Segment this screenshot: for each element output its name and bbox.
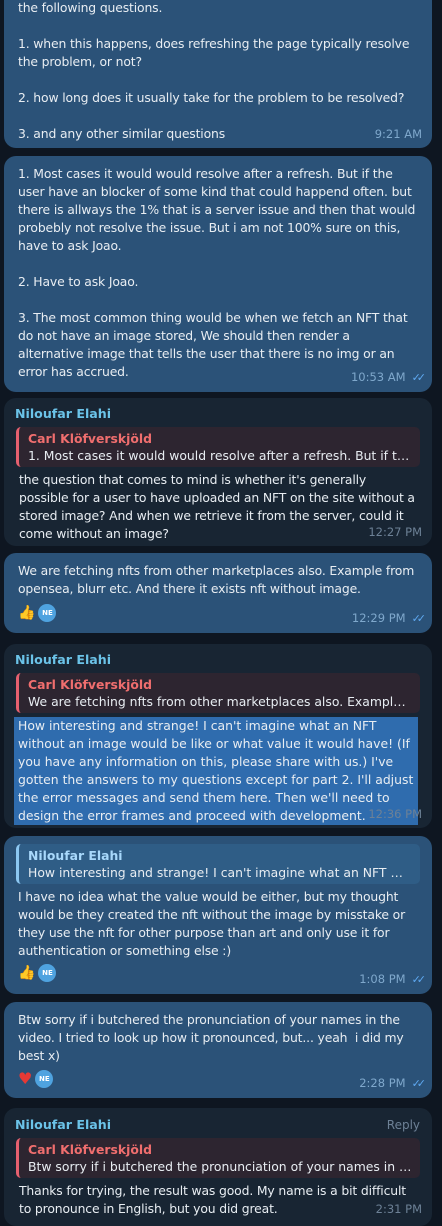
read-checks-icon: ✓✓ bbox=[411, 371, 427, 384]
thumbs-up-icon: 👍 bbox=[18, 605, 36, 621]
message-time: 2:28 PM ✓✓ bbox=[359, 1074, 427, 1093]
read-checks-icon: ✓✓ bbox=[411, 612, 427, 625]
heart-icon: ♥ bbox=[18, 1069, 33, 1088]
sender-name[interactable]: Niloufar Elahi bbox=[4, 405, 432, 427]
time-label: 12:29 PM bbox=[351, 611, 406, 625]
thumbs-up-icon: 👍 bbox=[18, 965, 36, 981]
message-time: 12:29 PM ✓✓ bbox=[351, 609, 427, 628]
message-text: the following questions. 1. when this ha… bbox=[18, 0, 410, 141]
time-label: 2:28 PM bbox=[359, 1076, 406, 1090]
read-checks-icon: ✓✓ bbox=[411, 973, 427, 986]
message-time: 1:08 PM ✓✓ bbox=[359, 970, 427, 989]
time-label: 1:08 PM bbox=[359, 972, 406, 986]
reaction[interactable]: ♥ NE bbox=[18, 1069, 54, 1088]
message-bubble[interactable]: We are fetching nfts from other marketpl… bbox=[4, 553, 432, 633]
reaction[interactable]: 👍 NE bbox=[18, 604, 57, 622]
message-time: 9:21 AM bbox=[374, 127, 422, 141]
reply-text: 1. Most cases it would would resolve aft… bbox=[28, 448, 412, 463]
reply-author: Niloufar Elahi bbox=[28, 848, 123, 863]
message-text: Btw sorry if i butchered the pronunciati… bbox=[18, 1012, 408, 1063]
time-label: 10:53 AM bbox=[350, 370, 406, 384]
message-bubble[interactable]: Niloufar Elahi Carl Klöfverskjöld 1. Mos… bbox=[4, 398, 432, 546]
reply-text: Btw sorry if i butchered the pronunciati… bbox=[28, 1159, 412, 1174]
sender-name[interactable]: Niloufar Elahi bbox=[4, 1116, 432, 1138]
message-bubble[interactable]: the following questions. 1. when this ha… bbox=[4, 0, 432, 148]
message-bubble[interactable]: Niloufar Elahi Carl Klöfverskjöld We are… bbox=[4, 644, 432, 828]
avatar: NE bbox=[38, 964, 57, 982]
message-bubble[interactable]: Btw sorry if i butchered the pronunciati… bbox=[4, 1002, 432, 1098]
reply-button[interactable]: Reply bbox=[387, 1116, 420, 1134]
avatar: NE bbox=[35, 1070, 54, 1088]
reply-author: Carl Klöfverskjöld bbox=[28, 1142, 152, 1157]
reaction[interactable]: 👍 NE bbox=[18, 964, 57, 982]
reply-quote[interactable]: Carl Klöfverskjöld We are fetching nfts … bbox=[16, 673, 420, 713]
message-time: 10:53 AM ✓✓ bbox=[350, 368, 427, 387]
message-time: 12:36 PM bbox=[368, 807, 422, 821]
message-bubble[interactable]: Niloufar Elahi How interesting and stran… bbox=[4, 836, 432, 994]
message-text: 1. Most cases it would would resolve aft… bbox=[18, 166, 416, 379]
message-text: We are fetching nfts from other marketpl… bbox=[18, 563, 418, 596]
reply-text: We are fetching nfts from other marketpl… bbox=[28, 694, 412, 709]
reply-quote[interactable]: Carl Klöfverskjöld Btw sorry if i butche… bbox=[16, 1138, 420, 1178]
message-bubble[interactable]: 1. Most cases it would would resolve aft… bbox=[4, 156, 432, 392]
avatar: NE bbox=[38, 604, 57, 622]
read-checks-icon: ✓✓ bbox=[411, 1077, 427, 1090]
reply-quote[interactable]: Niloufar Elahi How interesting and stran… bbox=[16, 844, 420, 884]
message-time: 2:31 PM bbox=[375, 1202, 422, 1216]
reply-quote[interactable]: Carl Klöfverskjöld 1. Most cases it woul… bbox=[16, 427, 420, 467]
reply-author: Carl Klöfverskjöld bbox=[28, 677, 152, 692]
reply-author: Carl Klöfverskjöld bbox=[28, 431, 152, 446]
selected-message-text[interactable]: How interesting and strange! I can't ima… bbox=[14, 717, 418, 825]
message-bubble[interactable]: Niloufar Elahi Reply Carl Klöfverskjöld … bbox=[4, 1108, 432, 1226]
reply-text: How interesting and strange! I can't ima… bbox=[28, 865, 412, 880]
message-time: 12:27 PM bbox=[368, 525, 422, 539]
sender-name[interactable]: Niloufar Elahi bbox=[4, 651, 432, 673]
message-text: I have no idea what the value would be e… bbox=[18, 889, 409, 958]
message-text: Thanks for trying, the result was good. … bbox=[19, 1183, 410, 1216]
